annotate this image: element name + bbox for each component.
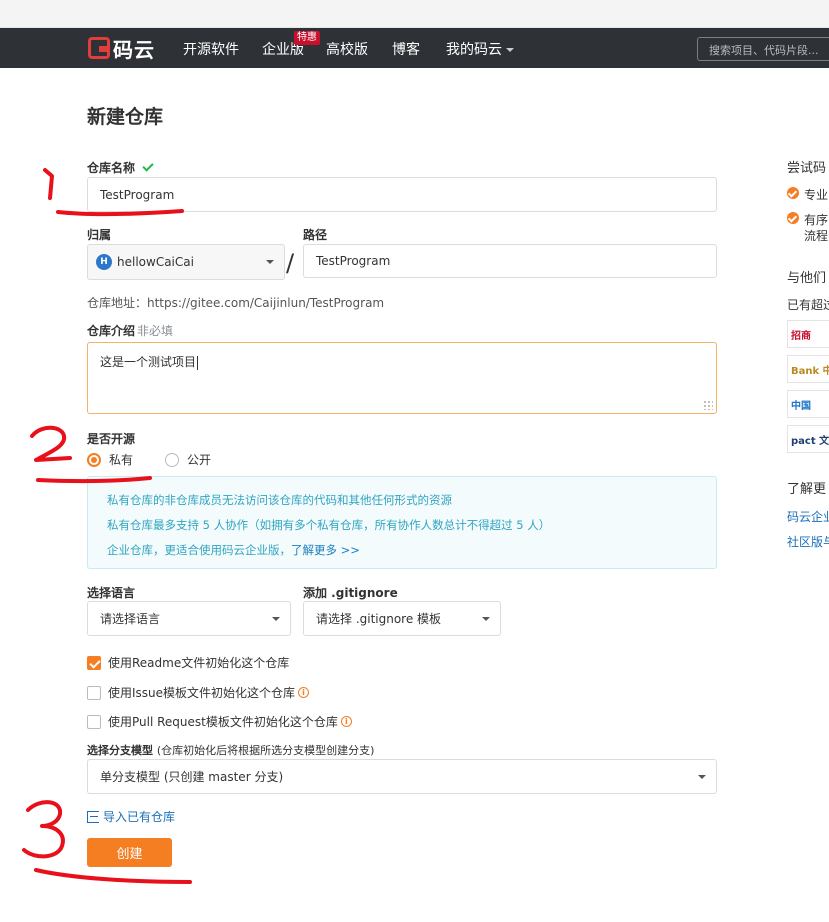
description-text: 这是一个测试项目 [100, 355, 197, 369]
sidebar-link-community[interactable]: 社区版与 [787, 533, 829, 550]
partner-logo-bank: Bank 中 [787, 355, 829, 383]
visibility-label: 是否开源 [87, 432, 136, 446]
owner-select[interactable]: H hellowCaiCai [87, 244, 285, 280]
radio-selected-icon [87, 452, 101, 467]
checkbox-pr-label: 使用Pull Request模板文件初始化这个仓库 [108, 715, 338, 729]
description-label-text: 仓库介绍 [87, 324, 136, 338]
language-select-value: 请选择语言 [100, 612, 161, 626]
radio-public-label: 公开 [187, 453, 212, 467]
annotation-2-digit [30, 425, 72, 462]
import-icon [87, 810, 99, 823]
repo-name-input[interactable]: TestProgram [87, 177, 717, 212]
annotation-3-underline [34, 868, 192, 884]
language-label: 选择语言 [87, 586, 136, 600]
chevron-down-icon [698, 774, 706, 779]
branch-model-select[interactable]: 单分支模型 (只创建 master 分支) [87, 759, 717, 794]
radio-private[interactable]: 私有 [87, 451, 133, 468]
check-icon [142, 160, 154, 172]
partner-logo-cmb: 招商 [787, 320, 829, 348]
branch-model-label: 选择分支模型 (仓库初始化后将根据所选分支模型创建分支) [87, 742, 374, 758]
nav-item-blog[interactable]: 博客 [392, 39, 420, 59]
sidebar-used-by: 已有超过 [787, 298, 829, 312]
promo-badge: 特惠 [294, 31, 320, 45]
import-repo-link[interactable]: 导入已有仓库 [87, 808, 175, 825]
optional-hint: 非必填 [137, 324, 174, 338]
chevron-down-icon [506, 48, 514, 52]
radio-private-label: 私有 [109, 453, 134, 467]
path-label: 路径 [303, 228, 328, 242]
path-input[interactable]: TestProgram [303, 244, 717, 278]
chevron-down-icon [266, 260, 274, 264]
path-separator: / [286, 249, 295, 277]
partner-logo-telecom: 中国 [787, 390, 829, 418]
sidebar-learn-title: 了解更 [787, 482, 827, 497]
check-circle-icon [787, 187, 799, 199]
branch-model-label-text: 选择分支模型 [87, 744, 153, 757]
sidebar-link-enterprise[interactable]: 码云企业 [787, 508, 829, 525]
checkbox-checked-icon [87, 655, 101, 670]
notice-line-3: 企业仓库，更适合使用码云企业版，了解更多 >> [107, 542, 360, 558]
sidebar-try-title: 尝试码 [787, 161, 827, 176]
sidebar-feature-2: 有序 [804, 213, 829, 227]
check-circle-icon [787, 212, 799, 224]
branch-model-value: 单分支模型 (只创建 master 分支) [100, 770, 284, 784]
nav-item-my-gitee-label: 我的码云 [446, 42, 502, 58]
create-button[interactable]: 创建 [87, 838, 172, 867]
gitignore-select-value: 请选择 .gitignore 模板 [316, 612, 442, 626]
nav-item-my-gitee[interactable]: 我的码云 [446, 39, 514, 59]
sidebar-with-title: 与他们 [787, 271, 827, 286]
radio-public[interactable]: 公开 [165, 451, 211, 468]
checkbox-unchecked-icon [87, 685, 101, 700]
repo-name-label: 仓库名称 [87, 159, 154, 176]
chevron-down-icon [272, 616, 280, 621]
logo-text: 码云 [113, 37, 155, 62]
partner-logo-pactera: pact 文思 [787, 425, 829, 453]
avatar: H [96, 254, 112, 270]
owner-label: 归属 [87, 228, 112, 242]
resize-handle-icon[interactable] [703, 400, 713, 410]
description-label: 仓库介绍 非必填 [87, 322, 173, 339]
description-textarea[interactable]: 这是一个测试项目 [87, 342, 717, 414]
nav-item-education[interactable]: 高校版 [326, 39, 368, 59]
gitee-logo[interactable]: 码云 [88, 37, 155, 62]
checkbox-pr-template[interactable]: 使用Pull Request模板文件初始化这个仓库 i [87, 713, 352, 730]
page-title: 新建仓库 [87, 106, 164, 128]
annotation-3-digit [22, 800, 65, 859]
sidebar-feature-1: 专业 [804, 188, 829, 202]
learn-more-link[interactable]: 了解更多 >> [291, 543, 360, 557]
info-icon[interactable]: i [340, 716, 352, 727]
repo-name-label-text: 仓库名称 [87, 161, 136, 175]
annotation-1-digit [43, 168, 54, 200]
checkbox-readme-label: 使用Readme文件初始化这个仓库 [108, 656, 290, 670]
branch-model-hint: (仓库初始化后将根据所选分支模型创建分支) [156, 744, 375, 757]
gitignore-select[interactable]: 请选择 .gitignore 模板 [303, 601, 501, 636]
gitignore-label: 添加 .gitignore [303, 586, 398, 600]
nav-item-open-source[interactable]: 开源软件 [183, 39, 239, 59]
info-icon[interactable]: i [298, 687, 310, 698]
radio-unselected-icon [165, 452, 179, 467]
owner-select-value: hellowCaiCai [117, 255, 194, 269]
notice-line-1: 私有仓库的非仓库成员无法访问该仓库的代码和其他任何形式的资源 [107, 493, 452, 507]
language-select[interactable]: 请选择语言 [87, 601, 291, 636]
search-input[interactable]: 搜索项目、代码片段... [697, 37, 829, 61]
private-repo-notice: 私有仓库的非仓库成员无法访问该仓库的代码和其他任何形式的资源 私有仓库最多支持 … [87, 476, 717, 569]
gitee-logo-icon [88, 37, 110, 59]
checkbox-issue-label: 使用Issue模板文件初始化这个仓库 [108, 686, 296, 700]
import-repo-label: 导入已有仓库 [103, 810, 176, 824]
text-cursor [197, 355, 199, 370]
browser-top-strip [0, 0, 829, 28]
sidebar-feature-2-cont: 流程 [804, 229, 829, 243]
repo-url-text: 仓库地址：https://gitee.com/Caijinlun/TestPro… [87, 296, 385, 310]
notice-line-2: 私有仓库最多支持 5 人协作（如拥有多个私有仓库，所有协作人数总计不得超过 5 … [107, 518, 551, 532]
chevron-down-icon [482, 616, 490, 621]
checkbox-issue-template[interactable]: 使用Issue模板文件初始化这个仓库 i [87, 684, 310, 701]
checkbox-unchecked-icon [87, 714, 101, 729]
checkbox-readme[interactable]: 使用Readme文件初始化这个仓库 [87, 654, 289, 671]
notice-line-3-text: 企业仓库，更适合使用码云企业版， [107, 543, 291, 557]
